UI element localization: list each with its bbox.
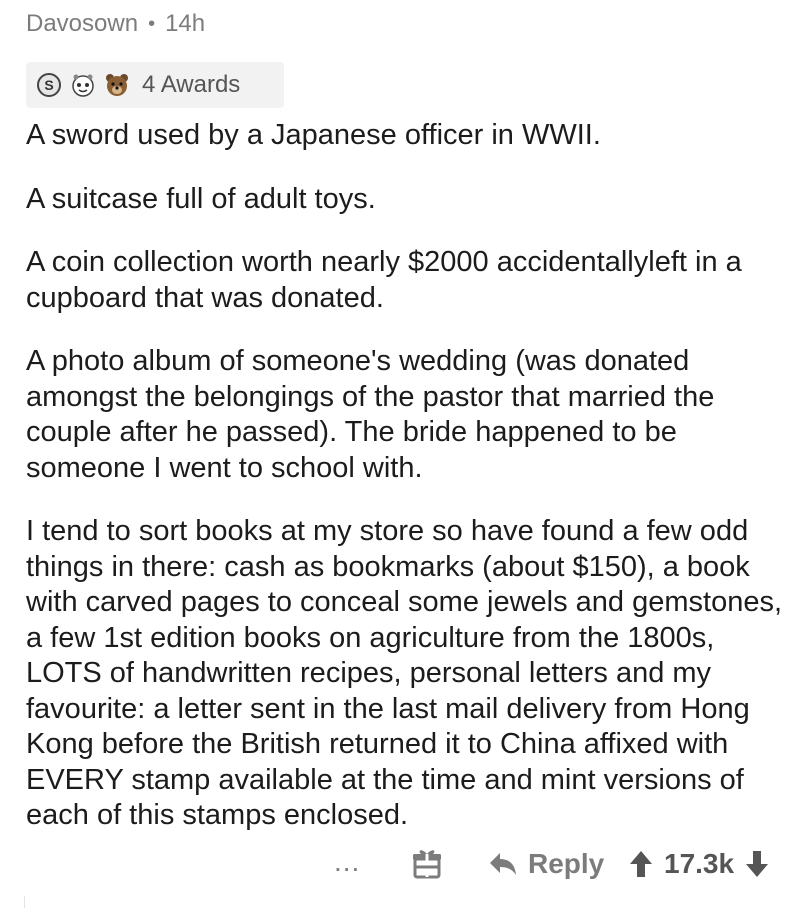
comment-body: A sword used by a Japanese officer in WW… bbox=[26, 118, 786, 862]
meta-separator: • bbox=[148, 12, 156, 35]
comment-paragraph: A sword used by a Japanese officer in WW… bbox=[26, 119, 601, 151]
downvote-arrow-icon[interactable] bbox=[744, 849, 770, 879]
more-options-button[interactable]: ... bbox=[334, 848, 360, 876]
upvote-arrow-icon[interactable] bbox=[628, 849, 654, 879]
reply-label: Reply bbox=[528, 848, 605, 879]
awards-bar[interactable]: S 4 Awards bbox=[26, 62, 284, 108]
wholesome-award-icon bbox=[70, 72, 96, 98]
svg-text:S: S bbox=[44, 77, 53, 93]
comment-paragraph: A suitcase full of adult toys. bbox=[26, 182, 376, 215]
comment-actions-bar: ... Reply 17.3k bbox=[0, 840, 800, 892]
comment-paragraph: A photo album of someone's wedding (was … bbox=[26, 345, 715, 484]
comment-age: 14h bbox=[165, 10, 206, 37]
reply-button[interactable]: Reply bbox=[488, 848, 604, 880]
comment-meta: Davosown • 14h bbox=[26, 10, 205, 38]
thread-line bbox=[24, 896, 25, 908]
gift-icon bbox=[413, 850, 441, 879]
reply-arrow-icon bbox=[490, 853, 516, 875]
author-name[interactable]: Davosown bbox=[26, 10, 138, 38]
vote-controls: 17.3k bbox=[628, 848, 770, 880]
comment-paragraph: A coin collection worth nearly $2000 acc… bbox=[26, 246, 742, 314]
awards-count-label: 4 Awards bbox=[142, 71, 241, 98]
give-award-button[interactable] bbox=[410, 846, 444, 885]
silver-award-icon: S bbox=[36, 72, 62, 98]
score-count: 17.3k bbox=[664, 848, 735, 879]
bear-award-icon bbox=[104, 72, 130, 98]
comment-paragraph: I tend to sort books at my store so have… bbox=[26, 515, 783, 831]
